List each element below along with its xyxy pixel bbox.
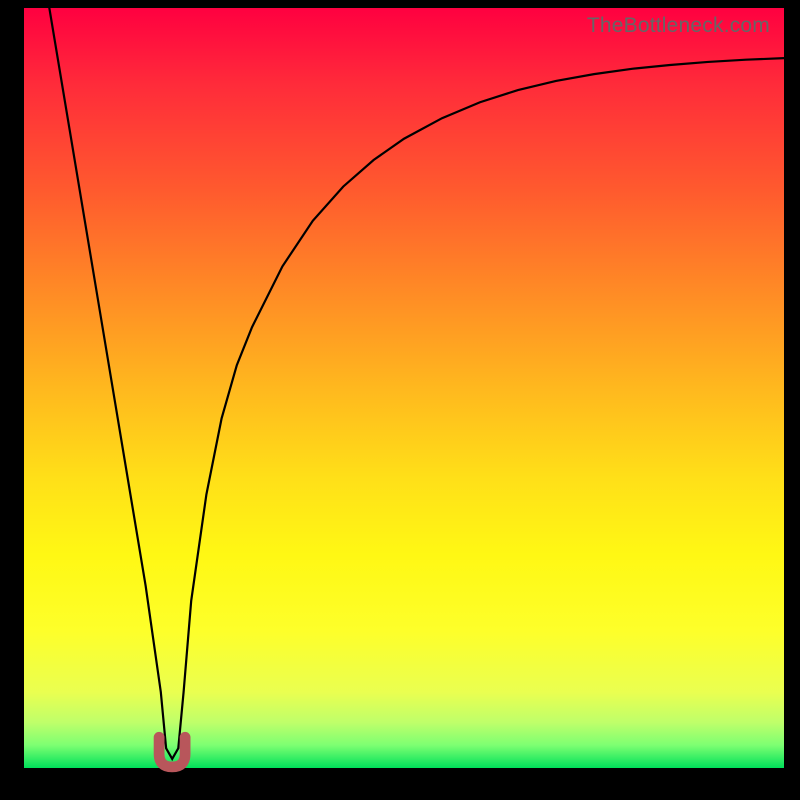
bottleneck-curve <box>24 8 784 768</box>
chart-frame: TheBottleneck.com <box>0 0 800 800</box>
plot-area: TheBottleneck.com <box>24 8 784 768</box>
